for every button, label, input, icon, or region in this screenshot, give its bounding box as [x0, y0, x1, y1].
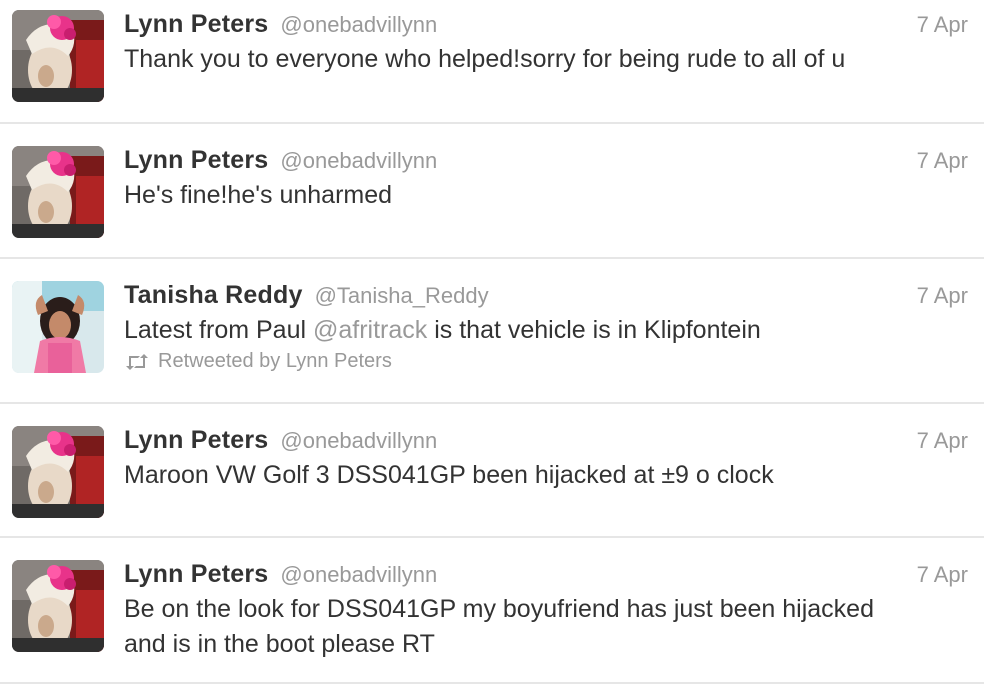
tweet-author-handle[interactable]: @Tanisha_Reddy	[315, 283, 489, 308]
tweet-timestamp[interactable]: 7 Apr	[917, 283, 968, 309]
tweet-author-name[interactable]: Tanisha Reddy	[124, 281, 303, 309]
tweet-author-handle[interactable]: @onebadvillynn	[280, 562, 437, 587]
tweet-timestamp[interactable]: 7 Apr	[917, 148, 968, 174]
tweet-item[interactable]: Lynn Peters @onebadvillynn 7 Apr Maroon V…	[0, 404, 984, 538]
tweet-text-line: Be on the look for DSS041GP my boyufrien…	[124, 595, 874, 623]
tweet-text: Thank you to everyone who helped!sorry f…	[124, 45, 846, 73]
tweet-author-handle[interactable]: @onebadvillynn	[280, 12, 437, 37]
tweet-timestamp[interactable]: 7 Apr	[917, 428, 968, 454]
tweet-author-name[interactable]: Lynn Peters	[124, 10, 268, 38]
retweeted-by-label[interactable]: Retweeted by Lynn Peters	[158, 350, 392, 373]
tweet-item[interactable]: Tanisha Reddy @Tanisha_Reddy 7 Apr Latest…	[0, 259, 984, 404]
tweet-author-handle[interactable]: @onebadvillynn	[280, 428, 437, 453]
tweet-author-name[interactable]: Lynn Peters	[124, 426, 268, 454]
tweet-item[interactable]: Lynn Peters @onebadvillynn 7 Apr Be on th…	[0, 538, 984, 684]
lynn-avatar[interactable]	[12, 146, 104, 238]
tweet-text-part: is that vehicle is in Klipfontein	[427, 316, 761, 344]
lynn-avatar[interactable]	[12, 560, 104, 652]
tweet-item[interactable]: Lynn Peters @onebadvillynn 7 Apr He's fin…	[0, 124, 984, 259]
retweet-icon	[124, 352, 150, 372]
tanisha-avatar[interactable]	[12, 281, 104, 373]
lynn-avatar[interactable]	[12, 426, 104, 518]
tweet-item[interactable]: Lynn Peters @onebadvillynn 7 Apr Thank yo…	[0, 0, 984, 124]
tweet-text: Maroon VW Golf 3 DSS041GP been hijacked …	[124, 461, 774, 489]
tweet-text-part: Latest from Paul	[124, 316, 313, 344]
tweet-timestamp[interactable]: 7 Apr	[917, 12, 968, 38]
tweet-timeline: Lynn Peters @onebadvillynn 7 Apr Thank yo…	[0, 0, 984, 694]
mention-link[interactable]: @afritrack	[313, 316, 427, 344]
tweet-author-name[interactable]: Lynn Peters	[124, 146, 268, 174]
tweet-text: Latest from Paul @afritrack is that vehi…	[124, 313, 968, 348]
tweet-text: Be on the look for DSS041GP my boyufrien…	[124, 592, 968, 662]
tweet-text: He's fine!he's unharmed	[124, 181, 393, 209]
tweet-author-name[interactable]: Lynn Peters	[124, 560, 268, 588]
tweet-text-line: and is in the boot please RT	[124, 630, 435, 658]
lynn-avatar[interactable]	[12, 10, 104, 102]
retweet-context: Retweeted by Lynn Peters	[124, 350, 968, 373]
tweet-author-handle[interactable]: @onebadvillynn	[280, 148, 437, 173]
tweet-timestamp[interactable]: 7 Apr	[917, 562, 968, 588]
